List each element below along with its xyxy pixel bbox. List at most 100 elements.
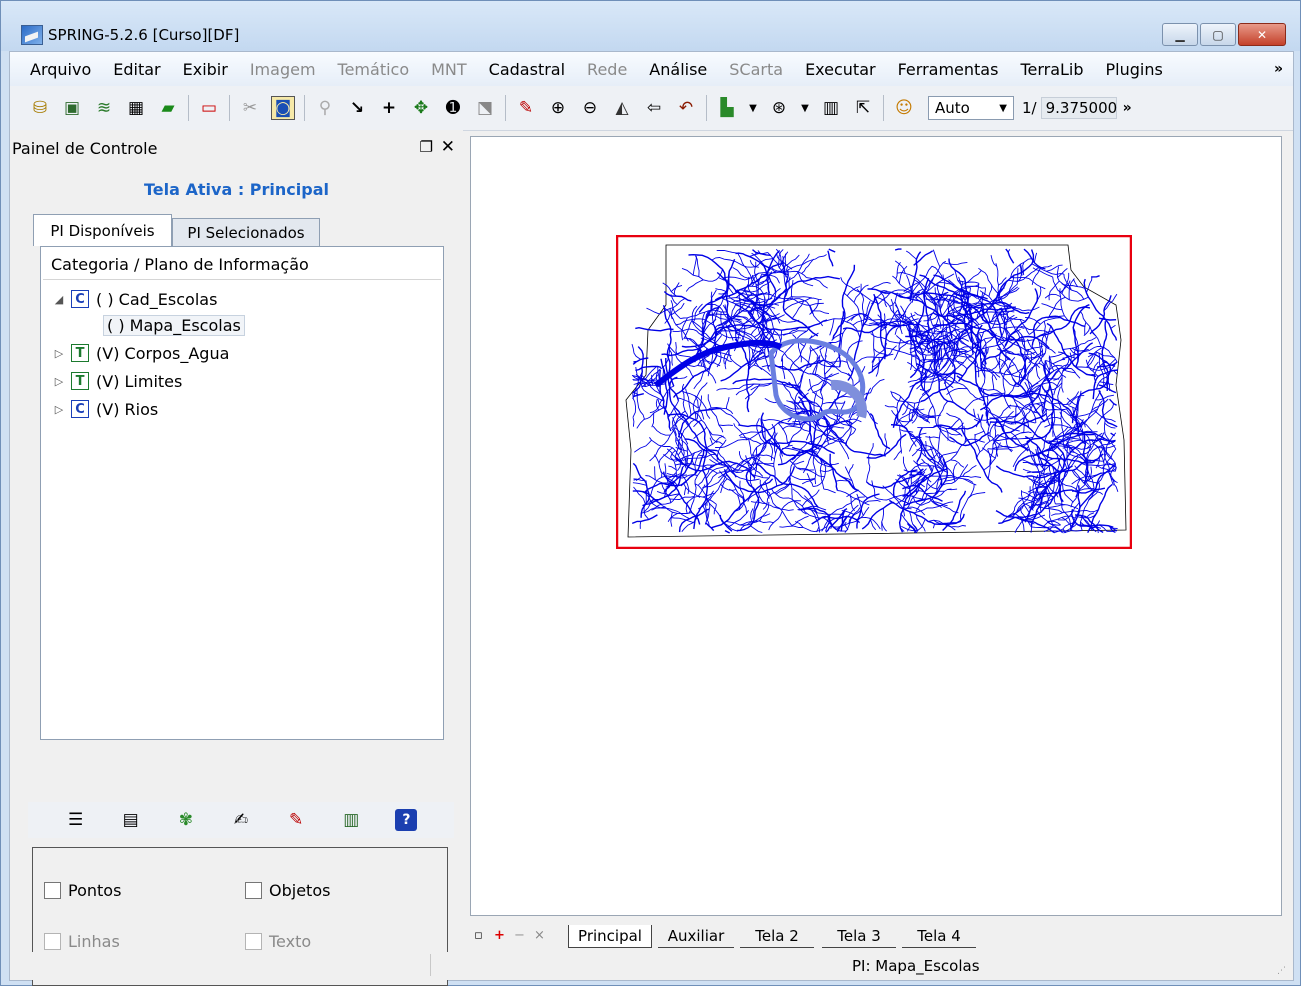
remove-screen-icon[interactable]: − — [514, 928, 525, 943]
client-area: Arquivo Editar Exibir Imagem Temático MN… — [9, 51, 1294, 986]
list-icon[interactable]: ☰ — [65, 809, 87, 831]
edit-table-icon[interactable]: ✍ — [230, 809, 252, 831]
back-arrow-icon[interactable]: ⇦ — [643, 97, 665, 119]
zoom-area-icon[interactable]: ◭ — [611, 97, 633, 119]
tree-item-mapa-escolas[interactable]: ( ) Mapa_Escolas — [103, 313, 245, 337]
menu-cadastral[interactable]: Cadastral — [478, 60, 576, 79]
database-icon[interactable]: ⛁ — [29, 97, 51, 119]
linhas-checkbox[interactable]: Linhas — [44, 932, 120, 951]
menu-ferramentas[interactable]: Ferramentas — [887, 60, 1010, 79]
river-map[interactable] — [616, 235, 1132, 549]
expander-closed-icon[interactable]: ▷ — [51, 375, 67, 388]
menu-overflow-chevron-icon[interactable]: » — [1274, 61, 1293, 77]
menu-imagem[interactable]: Imagem — [239, 60, 327, 79]
resize-grip-icon[interactable]: ⋰ — [1277, 966, 1289, 978]
legend-icon[interactable]: ▥ — [340, 809, 362, 831]
crosshair-icon[interactable]: + — [378, 97, 400, 119]
close-panel-icon[interactable]: ✕ — [441, 137, 455, 157]
undo-icon[interactable]: ↶ — [675, 97, 697, 119]
checkbox-box[interactable] — [44, 882, 61, 899]
tab-principal[interactable]: Principal — [568, 925, 652, 948]
map-canvas[interactable] — [470, 136, 1282, 916]
table-icon[interactable]: ▤ — [120, 809, 142, 831]
expander-open-icon[interactable]: ◢ — [51, 293, 67, 306]
info-icon[interactable]: ➊ — [442, 97, 464, 119]
menu-exibir[interactable]: Exibir — [172, 60, 239, 79]
texto-label: Texto — [269, 932, 312, 951]
histogram-icon[interactable]: ▥ — [820, 97, 842, 119]
texto-checkbox[interactable]: Texto — [245, 932, 311, 951]
pointer-select-icon[interactable]: ⬔ — [474, 97, 496, 119]
grid-icon[interactable]: ▦ — [125, 97, 147, 119]
menu-plugins[interactable]: Plugins — [1095, 60, 1174, 79]
expander-closed-icon[interactable]: ▷ — [51, 347, 67, 360]
spring-app-icon[interactable] — [21, 25, 43, 45]
dropdown-arrow-icon[interactable]: ▼ — [748, 97, 758, 119]
menu-rede[interactable]: Rede — [576, 60, 638, 79]
scale-mode-select[interactable]: Auto ▼ — [928, 96, 1014, 120]
display-icon[interactable]: ◙ — [271, 96, 295, 120]
minimize-button[interactable]: ▁ — [1162, 23, 1198, 46]
tree-item-rios[interactable]: ▷ C (V) Rios — [51, 397, 158, 421]
cursor-plus-icon[interactable]: ⇱ — [852, 97, 874, 119]
close-screen-icon[interactable]: × — [534, 928, 545, 943]
polygon-icon[interactable]: ▰ — [157, 97, 179, 119]
scale-tool-icon[interactable]: ⊛ — [768, 97, 790, 119]
pencil-icon[interactable]: ✎ — [285, 809, 307, 831]
tab-tela-2[interactable]: Tela 2 — [740, 925, 814, 948]
panel-title: Painel de Controle — [12, 139, 158, 158]
project-icon[interactable]: ▣ — [61, 97, 83, 119]
panel-header: Painel de Controle ❐ ✕ — [10, 136, 463, 160]
close-icon: ✕ — [1256, 27, 1268, 42]
zoom-in-icon[interactable]: ⊕ — [547, 97, 569, 119]
close-window-button[interactable]: ✕ — [1238, 23, 1286, 46]
tree-item-cad-escolas[interactable]: ◢ C ( ) Cad_Escolas — [51, 287, 218, 311]
zoom-out-icon[interactable]: ⊖ — [579, 97, 601, 119]
checkbox-box[interactable] — [245, 882, 262, 899]
tab-pi-selecionados[interactable]: PI Selecionados — [172, 218, 320, 246]
tab-pi-disponiveis[interactable]: PI Disponíveis — [33, 214, 172, 246]
cursor-insert-icon[interactable]: ↘ — [346, 97, 368, 119]
pencil-icon[interactable]: ✎ — [515, 97, 537, 119]
title-bar[interactable]: SPRING-5.2.6 [Curso][DF] ▁ ▢ ✕ — [1, 1, 1300, 51]
restore-icon[interactable]: ▫ — [474, 928, 483, 943]
tab-tela-4[interactable]: Tela 4 — [902, 925, 976, 948]
category-cadastral-icon: C — [71, 290, 89, 308]
tab-tela-3[interactable]: Tela 3 — [822, 925, 896, 948]
zoom-search-icon[interactable]: ⚲ — [314, 97, 336, 119]
tree-item-corpos-agua[interactable]: ▷ T (V) Corpos_Agua — [51, 341, 230, 365]
palette-icon[interactable]: ☺ — [893, 97, 915, 119]
expander-closed-icon[interactable]: ▷ — [51, 403, 67, 416]
objetos-checkbox[interactable]: Objetos — [245, 881, 330, 900]
visual-icon[interactable]: ✾ — [175, 809, 197, 831]
float-panel-icon[interactable]: ❐ — [420, 138, 433, 156]
scale-input[interactable]: 9.375000 — [1040, 97, 1117, 119]
dropdown-arrow-icon[interactable]: ▼ — [800, 97, 810, 119]
menu-mnt[interactable]: MNT — [420, 60, 478, 79]
checkbox-box[interactable] — [245, 933, 262, 950]
pontos-checkbox[interactable]: Pontos — [44, 881, 121, 900]
menu-arquivo[interactable]: Arquivo — [10, 60, 102, 79]
menu-scarta[interactable]: SCarta — [718, 60, 794, 79]
help-icon[interactable]: ? — [395, 809, 418, 831]
toolbar-overflow-chevron-icon[interactable]: » — [1123, 100, 1132, 116]
menu-terralib[interactable]: TerraLib — [1009, 60, 1094, 79]
tree-item-label: (V) Corpos_Agua — [96, 343, 230, 363]
menu-tematico[interactable]: Temático — [327, 60, 421, 79]
menu-editar[interactable]: Editar — [102, 60, 171, 79]
layer-select-icon[interactable]: ▙ — [716, 97, 738, 119]
menu-executar[interactable]: Executar — [794, 60, 887, 79]
menu-analise[interactable]: Análise — [638, 60, 718, 79]
tree-item-label: (V) Limites — [96, 371, 183, 391]
checkbox-box[interactable] — [44, 933, 61, 950]
menu-bar: Arquivo Editar Exibir Imagem Temático MN… — [10, 52, 1293, 86]
scissors-icon[interactable]: ✂ — [239, 97, 261, 119]
add-screen-icon[interactable]: + — [494, 928, 505, 943]
tab-auxiliar[interactable]: Auxiliar — [658, 925, 734, 948]
layers-icon[interactable]: ≋ — [93, 97, 115, 119]
window-icon[interactable]: ▭ — [198, 97, 220, 119]
maximize-button[interactable]: ▢ — [1200, 23, 1236, 46]
tree-item-limites[interactable]: ▷ T (V) Limites — [51, 369, 183, 393]
pan-arrows-icon[interactable]: ✥ — [410, 97, 432, 119]
category-tematico-icon: T — [71, 372, 89, 390]
